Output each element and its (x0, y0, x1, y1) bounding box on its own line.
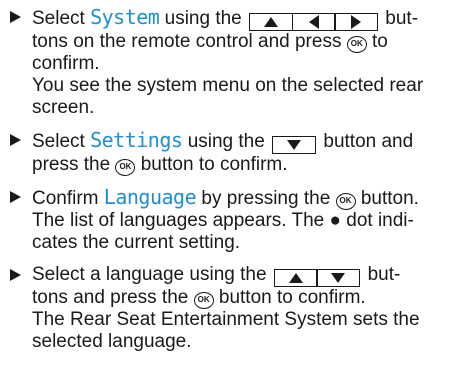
arrow-button-group (249, 13, 379, 31)
step-2-line-2: press the OK button to confirm. (32, 154, 288, 176)
up-arrow-icon (249, 13, 294, 31)
step-1-note-2: screen. (32, 97, 95, 118)
step-3: Confirm Language by pressing the OK butt… (10, 186, 450, 254)
step-4-line-2: tons and press the OK button to confirm. (32, 287, 366, 309)
ok-button-icon: OK (193, 291, 214, 309)
settings-menu-label: Settings (90, 128, 183, 152)
step-triangle-icon (10, 269, 21, 281)
step-3-note-1: The list of languages appears. The ● dot… (32, 210, 414, 231)
down-arrow-icon (272, 136, 317, 154)
step-3-line-1: Confirm Language by pressing the OK butt… (32, 185, 419, 210)
step-triangle-icon (10, 11, 21, 23)
arrow-button-group (273, 269, 361, 287)
step-4-line-1: Select a language using the but- (32, 264, 401, 287)
step-1-line-3: confirm. (32, 53, 100, 74)
arrow-button-group (272, 136, 317, 154)
step-1-note-1: You see the system menu on the selected … (32, 75, 424, 96)
language-menu-label: Language (103, 185, 197, 209)
step-1: Select System using the but- tons on the… (10, 6, 450, 119)
ok-button-icon: OK (346, 35, 367, 53)
step-4-note-2: selected language. (32, 331, 192, 352)
step-triangle-icon (10, 191, 21, 203)
step-3-note-2: cates the current setting. (32, 232, 241, 253)
step-2: Select Settings using the button and pre… (10, 129, 450, 176)
step-1-line-2: tons on the remote control and press OK … (32, 31, 388, 53)
right-arrow-icon (334, 13, 379, 31)
step-4-note-1: The Rear Seat Entertainment System sets … (32, 309, 420, 330)
step-triangle-icon (10, 134, 21, 146)
instructions: Select System using the but- tons on the… (0, 0, 460, 377)
ok-button-icon: OK (335, 192, 356, 210)
step-2-line-1: Select Settings using the button and (32, 128, 414, 154)
system-menu-label: System (90, 5, 160, 29)
step-1-line-1: Select System using the but- (32, 5, 419, 31)
ok-button-icon: OK (115, 158, 136, 176)
step-4: Select a language using the but- tons an… (10, 264, 450, 353)
left-arrow-icon (291, 13, 336, 31)
down-arrow-icon (316, 269, 361, 287)
up-arrow-icon (273, 269, 318, 287)
